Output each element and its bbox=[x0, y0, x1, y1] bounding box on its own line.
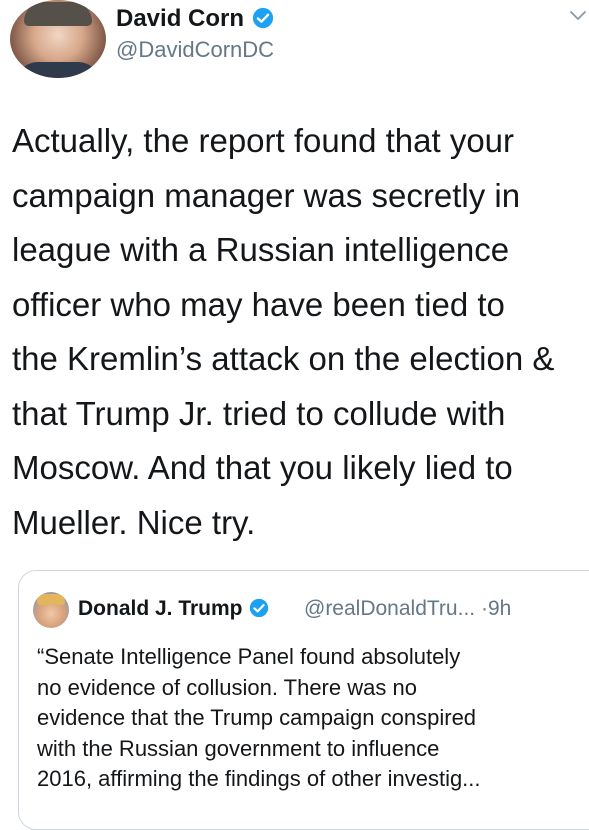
tweet-text-line: league with a Russian intelligence bbox=[12, 231, 510, 268]
author-avatar[interactable] bbox=[10, 0, 106, 78]
quoted-text-line: with the Russian government to influence bbox=[37, 735, 440, 761]
quoted-avatar-hair bbox=[37, 594, 65, 605]
quoted-text-line: no evidence of collusion. There was no bbox=[37, 674, 417, 700]
quoted-tweet-text: “Senate Intelligence Panel found absolut… bbox=[37, 642, 589, 795]
author-display-name[interactable]: David Corn bbox=[116, 5, 274, 33]
quoted-author-handle[interactable]: @realDonaldTru... bbox=[304, 597, 475, 620]
quoted-author-meta: @realDonaldTru... ·9h bbox=[304, 596, 511, 622]
tweet-text-line: officer who may have been tied to bbox=[12, 285, 505, 323]
verified-badge-icon bbox=[249, 598, 268, 618]
quoted-text-line: evidence that the Trump campaign conspir… bbox=[37, 705, 477, 730]
quoted-tweet-timestamp[interactable]: 9h bbox=[488, 597, 511, 620]
avatar-hair bbox=[24, 2, 92, 26]
avatar-shirt bbox=[16, 62, 100, 78]
verified-badge-icon bbox=[252, 7, 274, 29]
tweet-text: Actually, the report found that your cam… bbox=[12, 114, 589, 550]
quoted-text-line: “Senate Intelligence Panel found absolut… bbox=[37, 644, 461, 669]
quoted-text-line: 2016, affirming the findings of other in… bbox=[37, 766, 481, 791]
meta-separator: · bbox=[480, 597, 488, 620]
tweet-text-line: Actually, the report found that your bbox=[12, 122, 515, 159]
tweet-text-line: Mueller. Nice try. bbox=[12, 503, 256, 541]
author-handle[interactable]: @DavidCornDC bbox=[116, 37, 274, 63]
tweet-text-line: campaign manager was secretly in bbox=[12, 176, 521, 214]
quoted-author-avatar[interactable] bbox=[33, 592, 69, 628]
chevron-down-icon[interactable] bbox=[568, 6, 588, 26]
tweet-text-line: Moscow. And that you likely lied to bbox=[12, 449, 513, 486]
quoted-author-name-text: Donald J. Trump bbox=[78, 597, 243, 620]
author-name-text: David Corn bbox=[116, 5, 245, 32]
tweet-text-line: the Kremlin’s attack on the election & bbox=[12, 340, 555, 377]
tweet-text-line: that Trump Jr. tried to collude with bbox=[12, 394, 506, 432]
quoted-author-display-name[interactable]: Donald J. Trump bbox=[78, 596, 269, 622]
